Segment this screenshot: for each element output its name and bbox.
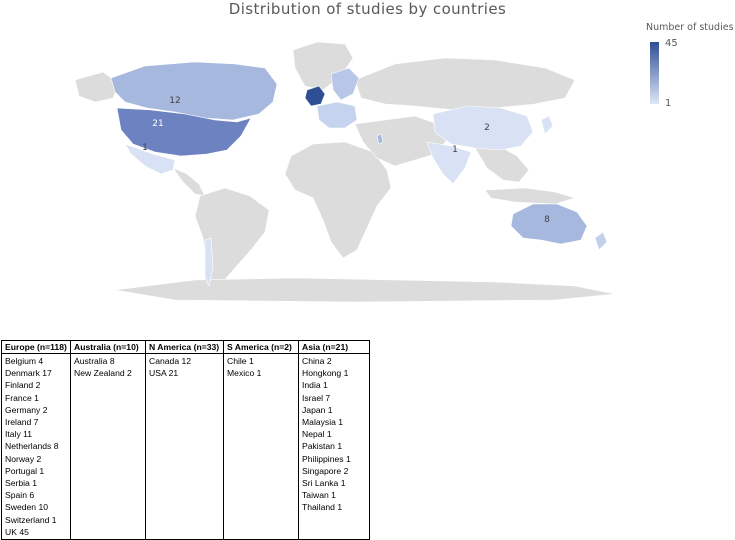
india-shape [426,141,472,185]
table-cell-item: Netherlands 8 [5,441,59,452]
legend-title: Number of studies [646,22,734,33]
table-cell-item: Norway 2 [5,453,42,464]
newzealand-shape [594,231,608,251]
header-n-america: N America (n=33) [145,340,224,354]
table-cell-item: Philippines 1 [302,453,351,464]
western-europe-shape [316,101,358,129]
label-australia: 8 [544,215,550,225]
table-header-row: Europe (n=118) Australia (n=10) N Americ… [1,340,370,354]
table-cell-item: New Zealand 2 [74,368,132,379]
table-cell-item: UK 45 [5,526,29,537]
table-cell-item: Hongkong 1 [302,368,349,379]
legend-max-label: 45 [665,38,678,49]
label-china: 2 [484,123,490,133]
header-asia: Asia (n=21) [298,340,370,354]
table-cell-item: Italy 11 [5,429,33,440]
table-cell-item: Malaysia 1 [302,417,344,428]
label-india: 1 [452,145,458,155]
world-choropleth-map: 12 21 1 2 1 8 [74,41,616,303]
table-cell-item: Israel 7 [302,392,331,403]
table-cell-item: Chile 1 [227,356,254,366]
header-australia: Australia (n=10) [70,340,146,354]
central-america-shape [172,167,206,197]
table-cell-item: Switzerland 1 [5,514,57,525]
table-cell-item: Belgium 4 [5,356,44,366]
cell-n-america: Canada 12 USA 21 [145,352,224,540]
legend-color-scale [650,42,659,104]
scandinavia-shape [330,67,360,101]
table-cell-item: Germany 2 [5,404,48,415]
cell-australia: Australia 8 New Zealand 2 [70,352,146,540]
map-title: Distribution of studies by countries [228,0,507,18]
africa-shape [284,141,392,259]
table-cell-item: Canada 12 [149,356,192,366]
southeast-asia-shape [474,145,530,183]
table-cell-item: Japan 1 [302,404,333,415]
label-usa: 21 [152,119,163,129]
alaska-shape [74,71,120,103]
table-cell-item: Taiwan 1 [302,490,336,501]
table-cell-item: Thailand 1 [302,502,343,513]
table-cell-item: Spain 6 [5,490,35,501]
table-cell-item: Finland 2 [5,380,41,391]
table-cell-item: Mexico 1 [227,368,262,379]
table-cell-item: Sweden 10 [5,502,49,513]
table-cell-item: Pakistan 1 [302,441,343,452]
table-cell-item: Singapore 2 [302,465,349,476]
cell-asia: China 2 Hongkong 1 India 1 Israel 7 Japan 1 M… [298,352,370,540]
label-mexico: 1 [142,143,148,153]
table-cell-item: Australia 8 [74,356,115,366]
indonesia-shape [484,187,577,205]
table-cell-item: Nepal 1 [302,429,332,440]
cell-europe: Belgium 4 Denmark 17 Finland 2 France 1 Germ… [1,352,71,540]
table-cell-item: Denmark 17 [5,368,52,379]
header-s-america: S America (n=2) [223,340,299,354]
japan-shape [540,115,554,135]
countries-table: Europe (n=118) Australia (n=10) N Americ… [1,340,370,540]
table-row: Belgium 4 Denmark 17 Finland 2 France 1 Germ… [1,352,370,540]
table-cell-item: Portugal 1 [5,465,45,476]
china-shape [432,105,534,151]
table-cell-item: China 2 [302,356,332,366]
header-europe: Europe (n=118) [1,340,71,354]
table-cell-item: Ireland 7 [5,417,39,428]
table-cell-item: Serbia 1 [5,478,38,489]
antarctica-shape [114,277,616,303]
label-canada: 12 [169,96,180,106]
table-cell-item: France 1 [5,392,39,403]
table-cell-item: USA 21 [149,368,179,379]
cell-s-america: Chile 1 Mexico 1 [223,352,299,540]
legend-min-label: 1 [665,98,672,109]
table-cell-item: India 1 [302,380,328,391]
russia-shape [354,57,576,111]
table-cell-item: Sri Lanka 1 [302,478,346,489]
